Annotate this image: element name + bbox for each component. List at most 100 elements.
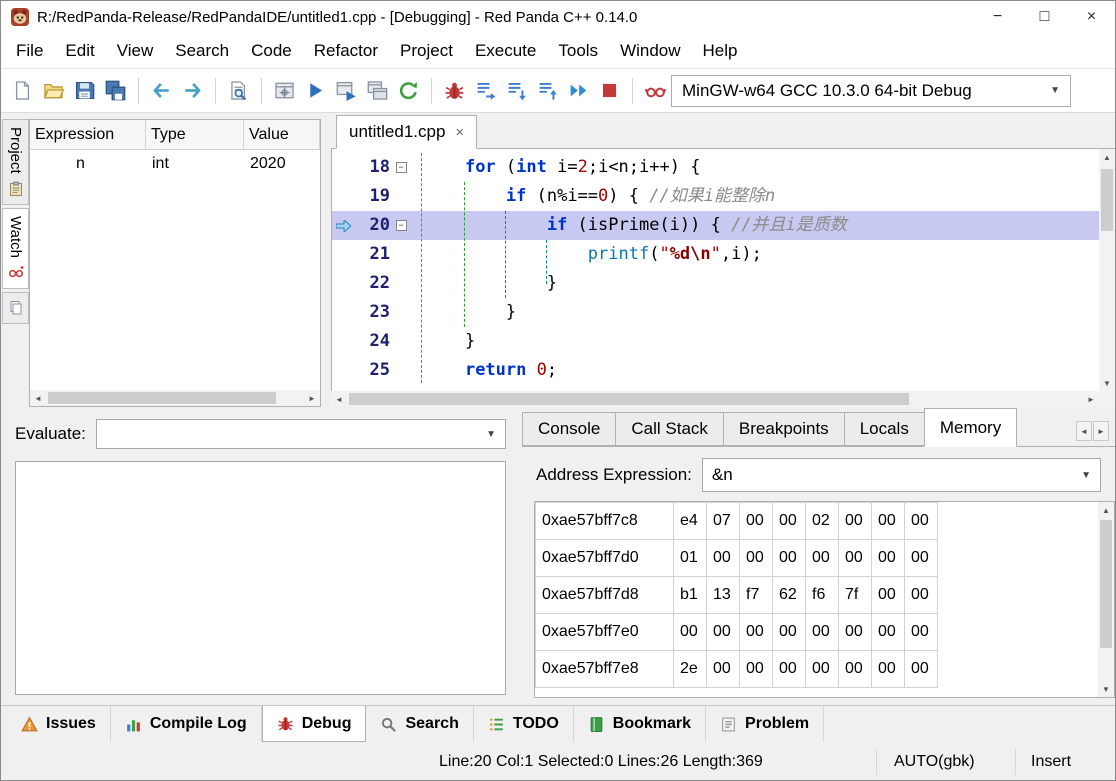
- memory-byte[interactable]: 00: [773, 540, 806, 577]
- memory-byte[interactable]: 00: [872, 577, 905, 614]
- memory-address[interactable]: 0xae57bff7d8: [536, 577, 674, 614]
- fold-toggle[interactable]: −: [390, 220, 412, 231]
- save-all-button[interactable]: [101, 76, 130, 106]
- code-line-21[interactable]: 21 printf("%d\n",i);: [332, 240, 1099, 269]
- add-watch-button[interactable]: [641, 76, 670, 106]
- watch-column-type[interactable]: Type: [146, 120, 244, 149]
- tool-tab-debug[interactable]: Debug: [262, 706, 367, 742]
- tool-tab-bookmark[interactable]: Bookmark: [574, 706, 706, 742]
- code-line-23[interactable]: 23 }: [332, 298, 1099, 327]
- memory-byte[interactable]: 00: [707, 540, 740, 577]
- memory-byte[interactable]: f6: [806, 577, 839, 614]
- memory-byte[interactable]: 00: [839, 503, 872, 540]
- menu-code[interactable]: Code: [240, 33, 303, 68]
- tab-close-icon[interactable]: ×: [455, 124, 464, 141]
- scroll-down-button[interactable]: ▼: [1098, 681, 1114, 697]
- scroll-thumb[interactable]: [1100, 520, 1112, 648]
- scroll-right-button[interactable]: ►: [304, 390, 320, 406]
- editor-tab-untitled1[interactable]: untitled1.cpp ×: [336, 115, 477, 149]
- memory-byte[interactable]: 00: [773, 651, 806, 688]
- save-button[interactable]: [70, 76, 99, 106]
- memory-byte[interactable]: 00: [839, 540, 872, 577]
- tool-tab-search[interactable]: Search: [366, 706, 473, 742]
- code-line-18[interactable]: 18− for (int i=2;i<n;i++) {: [332, 153, 1099, 182]
- continue-button[interactable]: [564, 76, 593, 106]
- tab-memory[interactable]: Memory: [924, 408, 1017, 447]
- tab-breakpoints[interactable]: Breakpoints: [723, 412, 845, 446]
- memory-vertical-scrollbar[interactable]: ▲ ▼: [1098, 502, 1114, 697]
- tab-scroll-right-button[interactable]: ►: [1093, 421, 1109, 441]
- compile-button[interactable]: [270, 76, 299, 106]
- memory-byte[interactable]: 00: [773, 503, 806, 540]
- minimize-button[interactable]: −: [974, 1, 1021, 33]
- memory-byte[interactable]: 00: [905, 651, 938, 688]
- memory-byte[interactable]: 00: [674, 614, 707, 651]
- scroll-track[interactable]: [347, 391, 1083, 407]
- rebuild-button[interactable]: [363, 76, 392, 106]
- menu-tools[interactable]: Tools: [547, 33, 609, 68]
- memory-byte[interactable]: 62: [773, 577, 806, 614]
- evaluate-result-area[interactable]: [15, 461, 506, 695]
- code-line-24[interactable]: 24 }: [332, 327, 1099, 356]
- run-parameters-button[interactable]: [394, 76, 423, 106]
- forward-button[interactable]: [178, 76, 207, 106]
- memory-address[interactable]: 0xae57bff7d0: [536, 540, 674, 577]
- memory-byte[interactable]: 00: [905, 614, 938, 651]
- memory-address[interactable]: 0xae57bff7c8: [536, 503, 674, 540]
- menu-window[interactable]: Window: [609, 33, 691, 68]
- compile-run-button[interactable]: [332, 76, 361, 106]
- menu-edit[interactable]: Edit: [54, 33, 105, 68]
- memory-byte[interactable]: 00: [872, 651, 905, 688]
- code-editor[interactable]: 18− for (int i=2;i<n;i++) {19 if (n%i==0…: [331, 149, 1099, 391]
- new-file-button[interactable]: [8, 76, 37, 106]
- memory-view[interactable]: 0xae57bff7c8e4070000020000000xae57bff7d0…: [534, 501, 1115, 698]
- memory-byte[interactable]: 00: [905, 503, 938, 540]
- memory-byte[interactable]: 00: [872, 503, 905, 540]
- code-line-20[interactable]: 20− if (isPrime(i)) { //并且i是质数: [332, 211, 1099, 240]
- memory-byte[interactable]: 00: [740, 614, 773, 651]
- back-button[interactable]: [147, 76, 176, 106]
- memory-byte[interactable]: 00: [707, 651, 740, 688]
- open-file-button[interactable]: [39, 76, 68, 106]
- menu-execute[interactable]: Execute: [464, 33, 547, 68]
- watch-body[interactable]: nint2020: [30, 150, 320, 390]
- sidebar-tab-watch[interactable]: Watch: [2, 208, 29, 289]
- scroll-left-button[interactable]: ◄: [30, 390, 46, 406]
- watch-column-expression[interactable]: Expression: [30, 120, 146, 149]
- watch-horizontal-scrollbar[interactable]: ◄ ►: [30, 390, 320, 406]
- memory-byte[interactable]: 00: [740, 651, 773, 688]
- scroll-track[interactable]: [1099, 165, 1115, 375]
- code-line-25[interactable]: 25 return 0;: [332, 356, 1099, 385]
- editor-vertical-scrollbar[interactable]: ▲ ▼: [1099, 149, 1115, 391]
- memory-byte[interactable]: 00: [905, 577, 938, 614]
- tool-tab-compile-log[interactable]: Compile Log: [111, 706, 262, 742]
- memory-byte[interactable]: b1: [674, 577, 707, 614]
- memory-byte[interactable]: 13: [707, 577, 740, 614]
- run-button[interactable]: [301, 76, 330, 106]
- scroll-track[interactable]: [1098, 518, 1114, 681]
- memory-byte[interactable]: 00: [773, 614, 806, 651]
- scroll-up-button[interactable]: ▲: [1099, 149, 1115, 165]
- tool-tab-todo[interactable]: TODO: [474, 706, 574, 742]
- watch-row[interactable]: nint2020: [30, 150, 320, 178]
- debug-button[interactable]: [440, 76, 469, 106]
- scroll-track[interactable]: [46, 390, 304, 406]
- step-into-button[interactable]: [502, 76, 531, 106]
- compiler-set-select[interactable]: MinGW-w64 GCC 10.3.0 64-bit Debug ▼: [671, 75, 1071, 107]
- menu-file[interactable]: File: [5, 33, 54, 68]
- address-expression-input[interactable]: &n ▼: [702, 458, 1101, 492]
- chevron-down-icon[interactable]: ▼: [1081, 470, 1091, 481]
- step-out-button[interactable]: [533, 76, 562, 106]
- close-button[interactable]: ×: [1068, 1, 1115, 33]
- tool-tab-issues[interactable]: Issues: [7, 706, 111, 742]
- menu-view[interactable]: View: [106, 33, 165, 68]
- menu-project[interactable]: Project: [389, 33, 464, 68]
- maximize-button[interactable]: □: [1021, 1, 1068, 33]
- stop-button[interactable]: [595, 76, 624, 106]
- reformat-button[interactable]: [224, 76, 253, 106]
- memory-address[interactable]: 0xae57bff7e8: [536, 651, 674, 688]
- scroll-up-button[interactable]: ▲: [1098, 502, 1114, 518]
- memory-byte[interactable]: 00: [872, 540, 905, 577]
- scroll-right-button[interactable]: ►: [1083, 391, 1099, 407]
- memory-byte[interactable]: 00: [806, 651, 839, 688]
